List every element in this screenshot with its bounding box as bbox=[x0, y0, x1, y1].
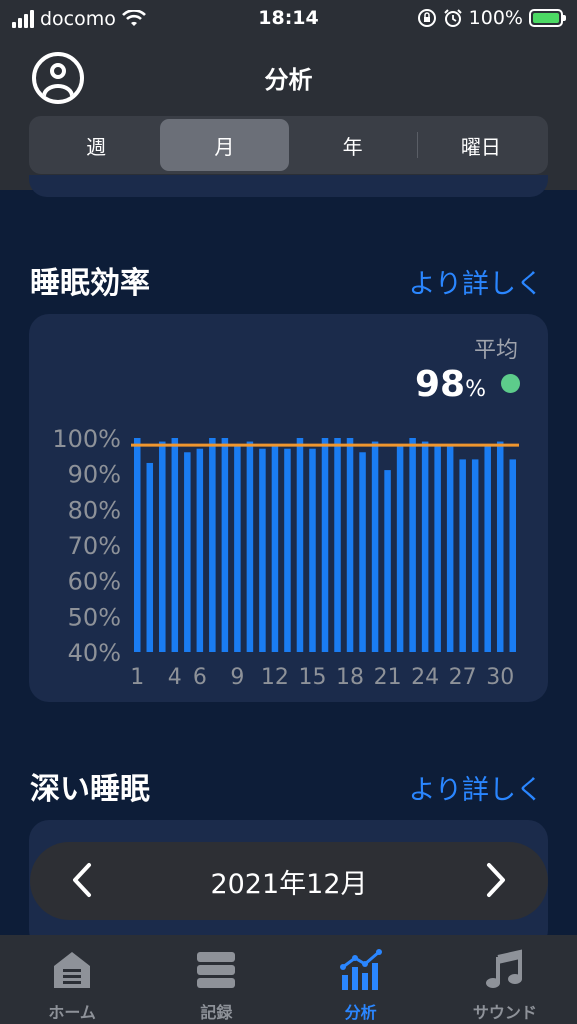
bar-day-21 bbox=[384, 470, 391, 652]
tab-home[interactable]: ホーム bbox=[0, 935, 144, 1024]
music-note-icon bbox=[482, 947, 528, 993]
analysis-icon bbox=[338, 947, 384, 993]
bar-day-30 bbox=[496, 441, 504, 652]
bar-day-26 bbox=[446, 445, 454, 652]
battery-icon bbox=[529, 9, 566, 27]
sleep-efficiency-card: 平均 98% 40% 50% 60% 70% 80% 90% 100% 1 4 6 9 12 15 18 2… bbox=[29, 314, 548, 702]
bar-day-18 bbox=[346, 438, 354, 652]
bar-day-28 bbox=[471, 459, 479, 652]
bar-day-11 bbox=[259, 448, 266, 652]
bar-day-22 bbox=[396, 445, 404, 652]
bar-day-5 bbox=[184, 452, 191, 652]
x-tick-label: 4 bbox=[168, 665, 182, 690]
tab-bar: ホーム 記録 分析 サウンド bbox=[0, 935, 577, 1024]
bar-day-6 bbox=[196, 448, 204, 652]
previous-card-edge bbox=[29, 175, 548, 197]
tab-sound-label: サウンド bbox=[472, 1003, 537, 1022]
bar-day-15 bbox=[309, 448, 316, 652]
month-label: 2021年12月 bbox=[210, 868, 368, 900]
bar-day-24 bbox=[421, 441, 429, 652]
period-segmented-control: 週 月 年 曜日 bbox=[29, 116, 548, 174]
status-right: 100% bbox=[417, 7, 566, 29]
previous-month-button[interactable] bbox=[62, 860, 102, 900]
records-icon bbox=[193, 947, 239, 993]
alarm-icon bbox=[443, 9, 462, 27]
home-icon bbox=[49, 947, 95, 993]
x-tick-label: 27 bbox=[449, 665, 477, 690]
tab-records-label: 記録 bbox=[200, 1003, 233, 1022]
y-tick-label: 100% bbox=[52, 425, 121, 453]
page-title: 分析 bbox=[264, 66, 313, 94]
nav-header: 分析 週 月 年 曜日 bbox=[0, 40, 577, 190]
bar-day-13 bbox=[284, 448, 291, 652]
bar-day-25 bbox=[434, 445, 441, 652]
bar-day-16 bbox=[321, 438, 329, 652]
x-tick-label: 9 bbox=[230, 665, 244, 690]
x-tick-label: 21 bbox=[374, 665, 402, 690]
status-bar: docomo 18:14 100% bbox=[0, 0, 577, 40]
bar-day-12 bbox=[271, 445, 279, 652]
bar-day-2 bbox=[146, 462, 154, 652]
sleep-efficiency-chart: 40% 50% 60% 70% 80% 90% 100% 1 4 6 9 12 15 18 21 24 27 30 bbox=[52, 425, 519, 690]
bar-day-31 bbox=[509, 459, 516, 652]
sleep-efficiency-title: 睡眠効率 bbox=[30, 266, 150, 301]
x-tick-label: 24 bbox=[411, 665, 439, 690]
segment-week[interactable]: 週 bbox=[32, 119, 160, 171]
y-tick-label: 80% bbox=[68, 496, 121, 524]
bar-day-3 bbox=[159, 441, 166, 652]
y-tick-label: 70% bbox=[68, 532, 121, 560]
bar-day-14 bbox=[296, 438, 304, 652]
y-tick-label: 40% bbox=[68, 639, 121, 667]
x-tick-label: 6 bbox=[193, 665, 207, 690]
next-month-button[interactable] bbox=[476, 860, 516, 900]
battery-percent: 100% bbox=[468, 7, 523, 29]
tab-sound[interactable]: サウンド bbox=[433, 935, 577, 1024]
x-tick-label: 1 bbox=[130, 665, 144, 690]
chevron-right-icon bbox=[487, 863, 505, 897]
tab-records[interactable]: 記録 bbox=[144, 935, 288, 1024]
x-tick-label: 18 bbox=[336, 665, 364, 690]
bar-day-7 bbox=[209, 438, 216, 652]
bar-day-23 bbox=[409, 438, 416, 652]
bar-day-4 bbox=[171, 438, 179, 652]
segment-month[interactable]: 月 bbox=[160, 119, 289, 171]
month-picker: 2021年12月 bbox=[30, 842, 548, 920]
bar-day-1 bbox=[134, 438, 141, 652]
x-tick-label: 12 bbox=[261, 665, 289, 690]
y-tick-label: 60% bbox=[68, 568, 121, 596]
bar-day-20 bbox=[371, 441, 379, 652]
chevron-left-icon bbox=[73, 863, 91, 897]
segment-year[interactable]: 年 bbox=[289, 119, 417, 171]
x-tick-label: 15 bbox=[298, 665, 326, 690]
tab-home-label: ホーム bbox=[48, 1003, 96, 1022]
y-tick-label: 90% bbox=[68, 461, 121, 489]
orientation-lock-icon bbox=[417, 9, 436, 27]
segment-weekday[interactable]: 曜日 bbox=[416, 119, 545, 171]
bar-day-29 bbox=[484, 445, 491, 652]
bar-day-27 bbox=[459, 459, 466, 652]
bar-day-8 bbox=[221, 438, 229, 652]
deep-sleep-more-link[interactable]: より詳しく bbox=[409, 768, 543, 807]
y-tick-label: 50% bbox=[68, 603, 121, 631]
deep-sleep-title: 深い睡眠 bbox=[30, 772, 150, 807]
bar-day-19 bbox=[359, 452, 366, 652]
sleep-efficiency-more-link[interactable]: より詳しく bbox=[409, 262, 543, 301]
x-tick-label: 30 bbox=[486, 665, 514, 690]
tab-analysis-label: 分析 bbox=[344, 1003, 377, 1022]
bar-day-9 bbox=[234, 445, 241, 652]
bar-day-10 bbox=[246, 441, 254, 652]
tab-analysis[interactable]: 分析 bbox=[289, 935, 433, 1024]
bar-day-17 bbox=[334, 438, 341, 652]
